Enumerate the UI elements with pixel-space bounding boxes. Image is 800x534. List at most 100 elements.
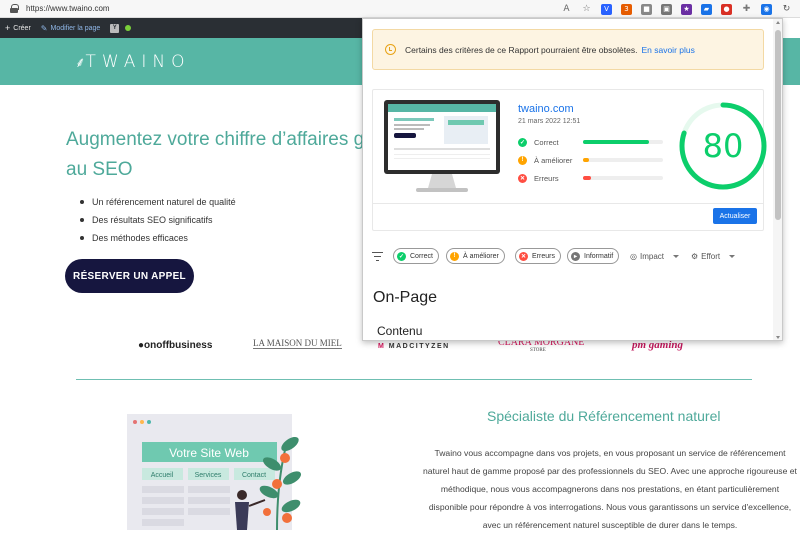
wp-admin-bar: + Créer ✎ Modifier la page Y: [0, 18, 362, 38]
chip-label: Correct: [410, 252, 433, 260]
sort-impact-label: Impact: [639, 251, 664, 261]
refresh-report-button[interactable]: Actualiser: [713, 208, 757, 224]
metric-bar: [583, 176, 663, 180]
brand-madcityzen: M MADCITYZEN: [378, 343, 450, 350]
scrollbar-thumb[interactable]: [775, 30, 781, 220]
clock-warning-icon: [385, 44, 396, 55]
wp-create-button[interactable]: + Créer: [0, 18, 36, 38]
wp-edit-page-button[interactable]: ✎ Modifier la page: [36, 18, 106, 38]
leaf-icon: ⸙: [75, 55, 86, 71]
refresh-icon[interactable]: ↻: [781, 4, 792, 15]
brand-onoff: ●onoffbusiness: [138, 340, 213, 351]
metric-label: Correct: [534, 137, 559, 147]
filter-chip-correct[interactable]: ✓ Correct: [393, 248, 439, 264]
report-site-link[interactable]: twaino.com: [518, 103, 574, 115]
plus-icon: +: [5, 23, 11, 33]
content-subheading[interactable]: Contenu: [377, 324, 422, 338]
error-icon: ✕: [518, 173, 527, 183]
extensions-area: A ☆ V 3 ■ ▣ ★ ▰ ● ✚ ◉ ↻: [561, 0, 800, 18]
pdf-extension-icon[interactable]: ▰: [701, 3, 712, 15]
scroll-down-icon[interactable]: [776, 336, 780, 339]
illustration-nav-item: Services: [195, 472, 222, 479]
star-icon[interactable]: ☆: [581, 4, 592, 15]
wp-edit-label: Modifier la page: [50, 24, 101, 32]
metric-bar-fill: [583, 176, 591, 180]
site-logo[interactable]: ⸙TWAINO: [75, 52, 191, 72]
list-item: Des méthodes efficaces: [80, 233, 236, 243]
metric-bar-fill: [583, 158, 590, 162]
error-icon: ✕: [519, 251, 528, 261]
bookmark-extension-icon[interactable]: ★: [681, 3, 692, 15]
scroll-up-icon[interactable]: [776, 21, 780, 24]
illustration-title: Votre Site Web: [169, 446, 249, 460]
browser-toolbar: https://www.twaino.com A ☆ V 3 ■ ▣ ★ ▰ ● ✚ ◉ ↻: [0, 0, 800, 18]
book-call-button[interactable]: RÉSERVER UN APPEL: [65, 259, 194, 293]
text-size-icon[interactable]: A: [561, 4, 572, 15]
brand-maison-du-miel: LA MAISON DU MIEL: [253, 338, 342, 349]
puzzle-icon[interactable]: ■: [641, 3, 652, 15]
list-item: Un référencement naturel de qualité: [80, 197, 236, 207]
chip-label: Informatif: [584, 252, 614, 260]
filter-chip-to-improve[interactable]: ! À améliorer: [446, 248, 505, 264]
gear-icon: ⚙: [691, 251, 699, 261]
lock-icon: [10, 4, 19, 13]
filter-bar: ✓ Correct ! À améliorer ✕ Erreurs ▸ Info…: [372, 248, 772, 266]
metric-bar: [583, 158, 663, 162]
chevron-down-icon: [673, 254, 679, 258]
info-icon: ▸: [571, 251, 580, 261]
hero-title: Augmentez votre chiffre d’affaires g au …: [66, 129, 365, 180]
logo-text: TWAINO: [85, 52, 191, 72]
section-divider: [76, 379, 752, 380]
wp-yoast-button[interactable]: Y: [105, 18, 136, 38]
impact-icon: ◎: [630, 251, 637, 261]
filter-icon[interactable]: [372, 252, 383, 262]
popup-scrollbar[interactable]: [773, 19, 782, 340]
report-date: 21 mars 2022 12:51: [518, 118, 581, 125]
lighthouse-extension-icon[interactable]: ◉: [761, 3, 772, 15]
url-text[interactable]: https://www.twaino.com: [26, 4, 110, 13]
warning-icon: !: [450, 251, 459, 261]
feature-list: Un référencement naturel de qualité Des …: [80, 197, 236, 251]
outdated-warning-banner: Certains des critères de ce Rapport pour…: [372, 29, 764, 70]
address-bar[interactable]: https://www.twaino.com: [0, 0, 110, 18]
warning-text: Certains des critères de ce Rapport pour…: [405, 44, 638, 55]
on-page-heading: On-Page: [373, 289, 438, 306]
filter-chip-informative[interactable]: ▸ Informatif: [567, 248, 620, 264]
filter-chip-errors[interactable]: ✕ Erreurs: [515, 248, 561, 264]
illustration-nav-item: Accueil: [151, 472, 174, 479]
card-divider: [373, 203, 763, 204]
chip-label: À améliorer: [463, 252, 499, 260]
badge-extension-icon[interactable]: 3: [621, 3, 632, 15]
metric-bar: [583, 140, 663, 144]
illustration-nav-item: Contact: [242, 472, 266, 479]
metric-label: Erreurs: [534, 173, 559, 183]
section-heading: Spécialiste du Référencement naturel: [487, 408, 721, 424]
sort-effort-select[interactable]: ⚙ Effort: [691, 248, 736, 264]
warning-icon: !: [518, 155, 527, 165]
metric-correct: ✓ Correct: [518, 137, 663, 147]
website-illustration: Votre Site Web Accueil Services Contact: [127, 414, 302, 530]
learn-more-link[interactable]: En savoir plus: [641, 45, 694, 55]
metric-to-improve: ! À améliorer: [518, 155, 663, 165]
section-paragraph: Twaino vous accompagne dans vos projets,…: [423, 448, 797, 530]
check-icon: ✓: [518, 137, 527, 147]
pencil-icon: ✎: [40, 23, 48, 33]
list-item: Des résultats SEO significatifs: [80, 215, 236, 225]
puzzle-piece-icon[interactable]: ✚: [741, 4, 752, 15]
wp-create-label: Créer: [13, 24, 31, 32]
cube-extension-icon[interactable]: ▣: [661, 3, 672, 15]
chip-label: Erreurs: [532, 252, 555, 260]
v-extension-icon[interactable]: V: [601, 3, 612, 15]
yoast-icon: Y: [110, 23, 120, 33]
metric-label: À améliorer: [534, 155, 573, 165]
metric-errors: ✕ Erreurs: [518, 173, 663, 183]
lighthouse-popup: Certains des critères de ce Rapport pour…: [362, 18, 783, 341]
sort-impact-select[interactable]: ◎ Impact: [630, 248, 679, 264]
chevron-down-icon: [729, 254, 736, 258]
metric-bar-fill: [583, 140, 649, 144]
status-dot-icon: [125, 25, 132, 31]
check-icon: ✓: [397, 251, 406, 261]
red-badge-extension-icon[interactable]: ●: [721, 3, 732, 15]
site-screenshot-thumbnail: [384, 100, 500, 192]
performance-score: 80: [702, 127, 744, 165]
